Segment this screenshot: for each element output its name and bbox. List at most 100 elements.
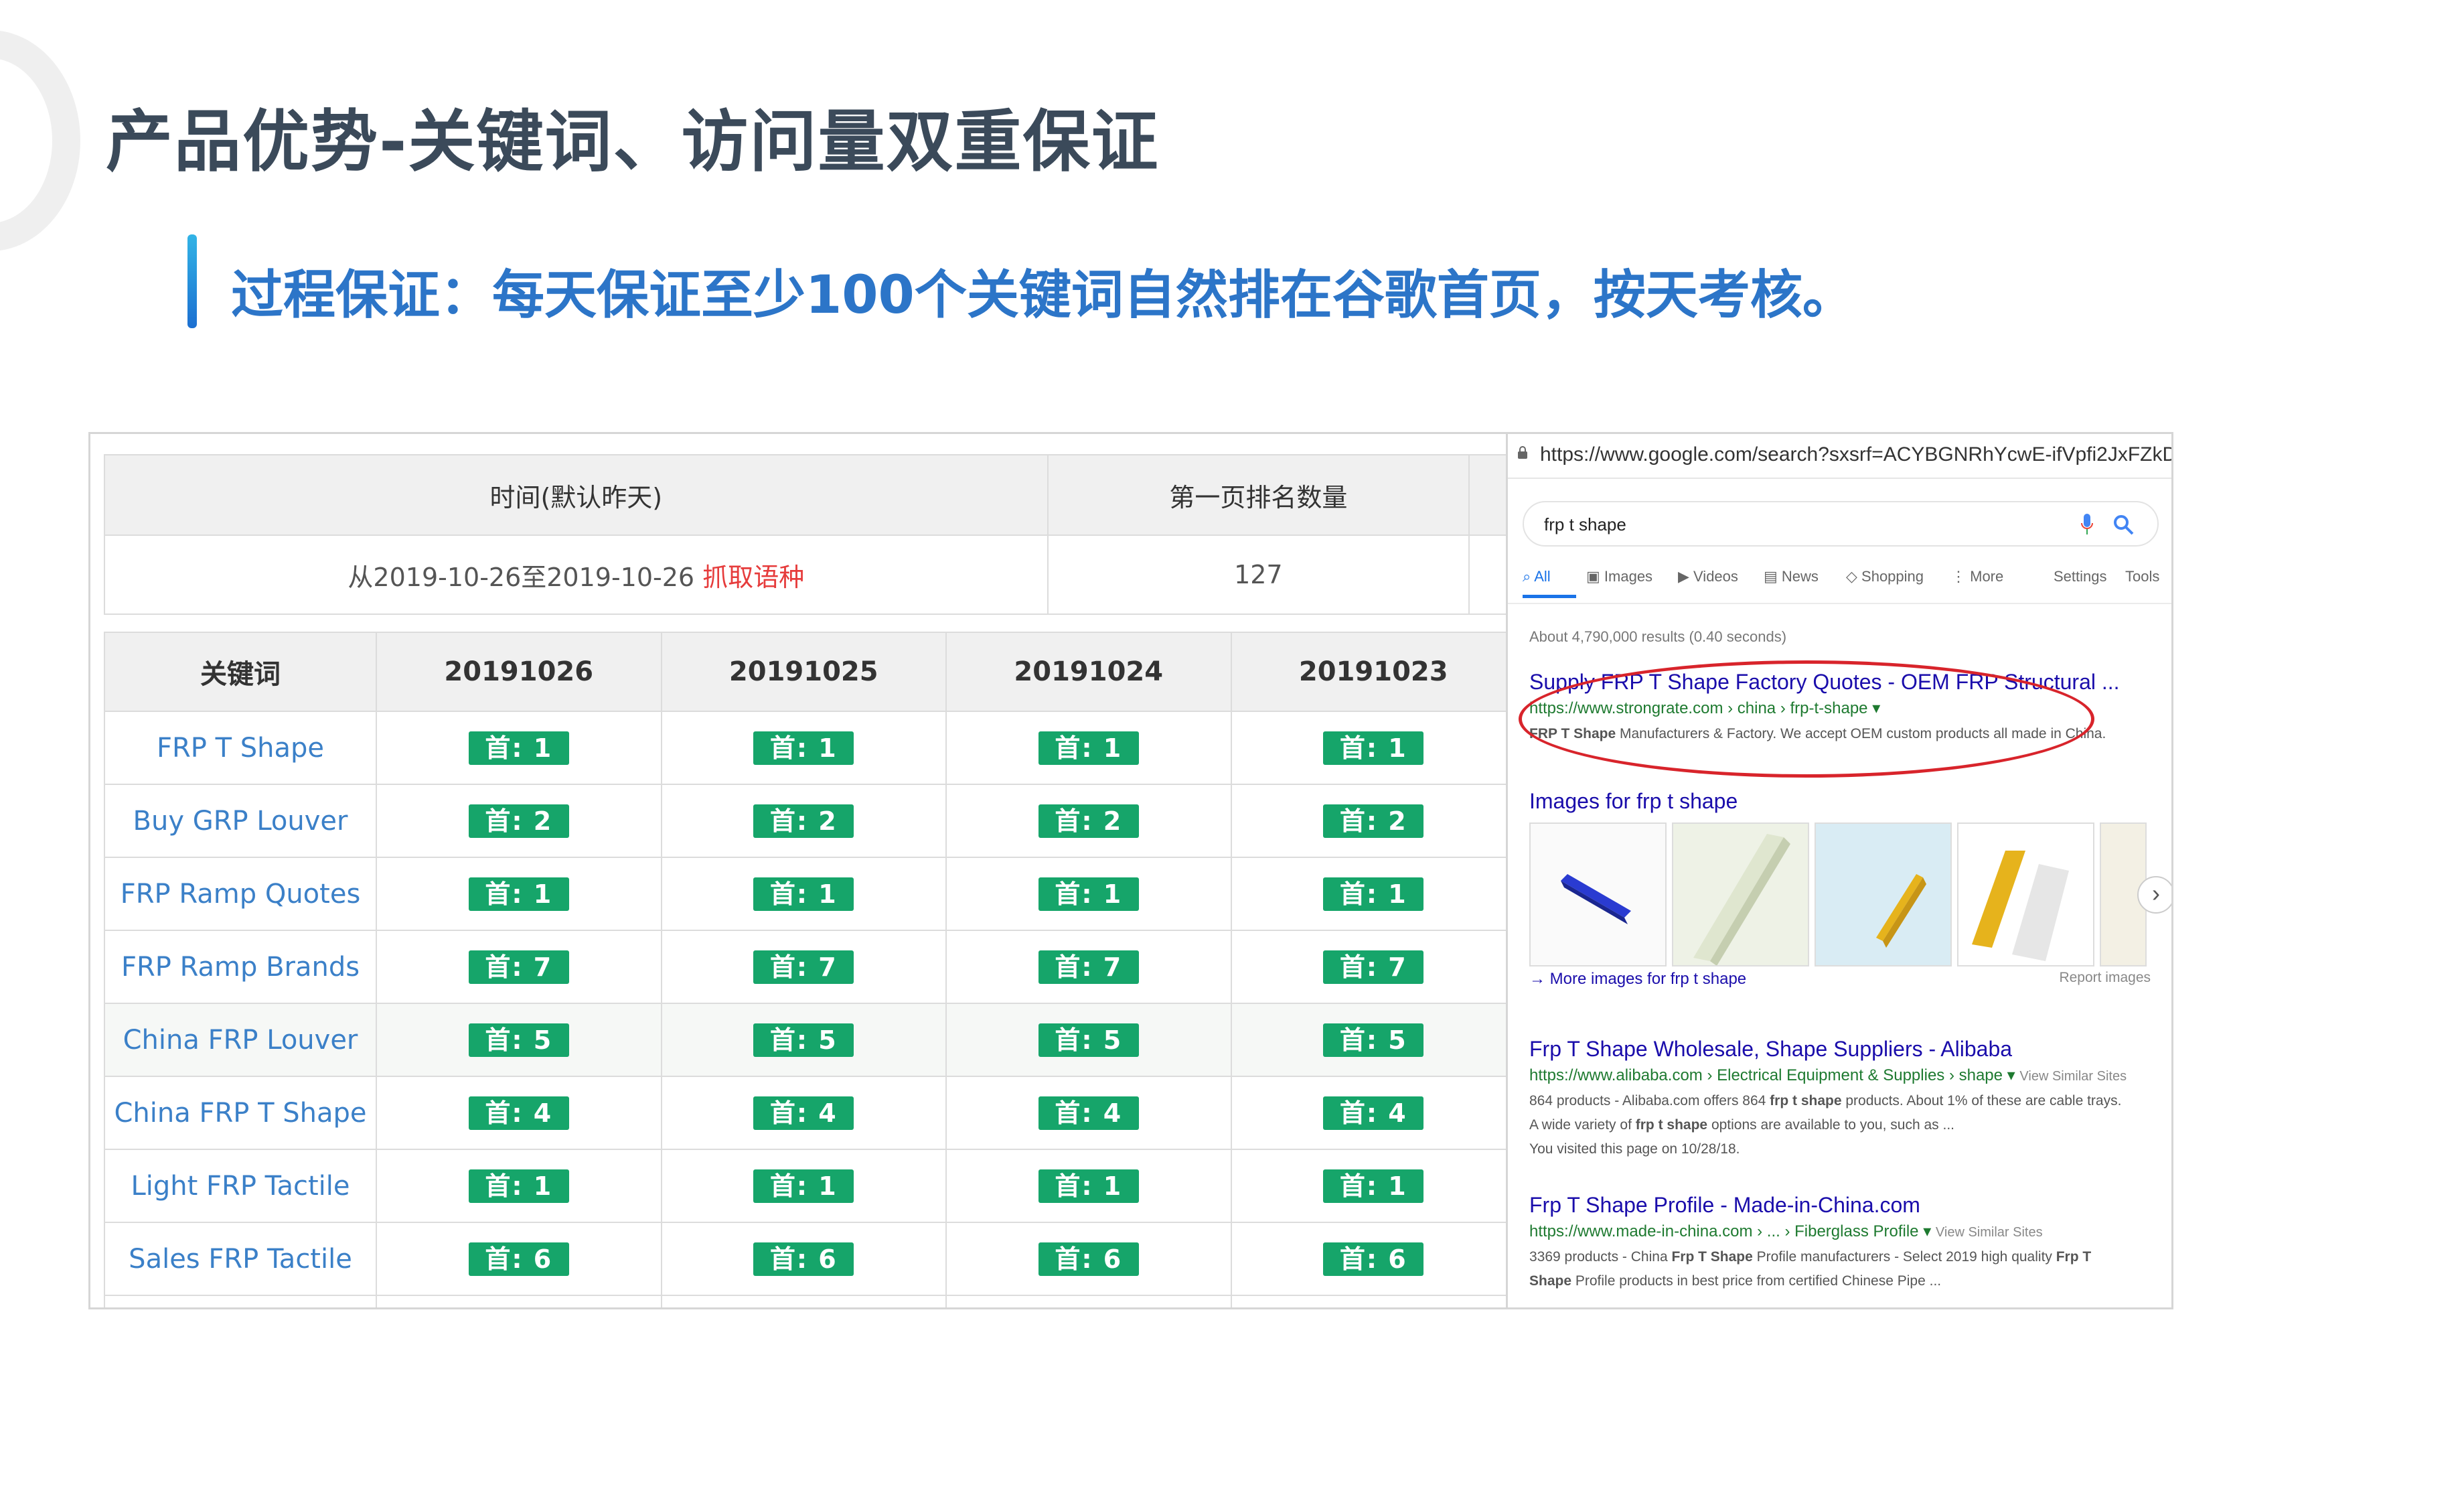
tab-shopping[interactable]: ◇ Shopping bbox=[1846, 568, 1924, 585]
view-similar-sites[interactable]: View Similar Sites bbox=[2019, 1069, 2127, 1084]
search-input[interactable]: frp t shape bbox=[1523, 501, 2159, 547]
tab-images[interactable]: ▣ Images bbox=[1586, 568, 1652, 585]
rank-cell: 首: 1 bbox=[945, 1149, 1232, 1223]
rank-badge: 首: 2 bbox=[1038, 804, 1139, 838]
image-thumbnail[interactable] bbox=[1672, 822, 1809, 966]
rank-badge: 首: 6 bbox=[1323, 1242, 1424, 1276]
snippet-text: Profile products in best price from cert… bbox=[1571, 1273, 1942, 1289]
rank-cell: 首: 2 bbox=[945, 784, 1232, 858]
rank-badge: 首: 4 bbox=[753, 1096, 854, 1130]
summary-table: 时间(默认昨天) 第一页排名数量 从2019-10-26至2019-10-26 … bbox=[104, 454, 1506, 615]
rank-badge: 首: 7 bbox=[753, 950, 854, 984]
keyword-cell[interactable]: China FRP T Shape bbox=[104, 1076, 377, 1150]
empty-cell bbox=[945, 1295, 1232, 1307]
active-tab-indicator bbox=[1523, 595, 1576, 598]
chevron-right-icon[interactable]: › bbox=[2137, 876, 2171, 914]
tab-all[interactable]: ⌕ All bbox=[1523, 568, 1551, 585]
tab-tools[interactable]: Tools bbox=[2125, 568, 2159, 585]
more-images-link[interactable]: → More images for frp t shape bbox=[1529, 970, 1746, 989]
snippet-bold: frp t shape bbox=[1635, 1117, 1708, 1133]
images-header[interactable]: Images for frp t shape bbox=[1529, 789, 1738, 814]
col-header-keyword: 关键词 bbox=[104, 632, 377, 712]
keyword-cell[interactable]: Light FRP Tactile bbox=[104, 1149, 377, 1223]
rank-badge: 首: 1 bbox=[1323, 731, 1424, 765]
tabs-divider bbox=[1508, 603, 2171, 604]
rank-badge: 首: 5 bbox=[753, 1023, 854, 1057]
rank-badge: 首: 2 bbox=[753, 804, 854, 838]
tab-videos[interactable]: ▶ Videos bbox=[1678, 568, 1738, 585]
summary-date-range: 从2019-10-26至2019-10-26 bbox=[348, 562, 695, 592]
rank-cell: 首: 1 bbox=[1230, 1149, 1506, 1223]
rank-cell: 首: 5 bbox=[376, 1003, 662, 1077]
table-row: FRP Ramp Quotes 首: 1 首: 1 首: 1 首: 1 bbox=[104, 857, 1506, 931]
rank-cell: 首: 7 bbox=[660, 930, 947, 1004]
keyword-cell[interactable]: Buy GRP Louver bbox=[104, 784, 377, 858]
tab-settings[interactable]: Settings bbox=[2054, 568, 2107, 585]
gold-profile-image bbox=[1972, 851, 2069, 961]
rank-cell: 首: 5 bbox=[660, 1003, 947, 1077]
tab-all-label: All bbox=[1534, 568, 1551, 585]
table-row: China FRP Louver 首: 5 首: 5 首: 5 首: 5 bbox=[104, 1003, 1506, 1077]
rank-badge: 首: 4 bbox=[468, 1096, 569, 1130]
search-icon[interactable] bbox=[2112, 513, 2135, 536]
snippet-text: 864 products - Alibaba.com offers 864 bbox=[1529, 1093, 1770, 1108]
report-images-link[interactable]: Report images bbox=[2059, 970, 2151, 986]
tab-news-label: News bbox=[1781, 568, 1819, 585]
rank-cell: 首: 1 bbox=[945, 857, 1232, 931]
result-stats: About 4,790,000 results (0.40 seconds) bbox=[1529, 628, 1787, 645]
white-profile-image bbox=[1693, 834, 1790, 965]
table-row: Buy GRP Louver 首: 2 首: 2 首: 2 首: 2 bbox=[104, 784, 1506, 858]
rank-cell: 首: 4 bbox=[660, 1076, 947, 1150]
rank-badge: 首: 6 bbox=[468, 1242, 569, 1276]
snippet-text: A wide variety of bbox=[1529, 1117, 1636, 1133]
tab-news[interactable]: ▤ News bbox=[1764, 568, 1819, 585]
rank-cell: 首: 6 bbox=[376, 1222, 662, 1296]
keyword-cell[interactable]: FRP Ramp Brands bbox=[104, 930, 377, 1004]
rank-cell: 首: 2 bbox=[376, 784, 662, 858]
rank-badge: 首: 7 bbox=[1038, 950, 1139, 984]
image-thumbnail[interactable] bbox=[1529, 822, 1667, 966]
table-row: Light FRP Tactile 首: 1 首: 1 首: 1 首: 1 bbox=[104, 1149, 1506, 1223]
address-bar[interactable]: https://www.google.com/search?sxsrf=ACYB… bbox=[1508, 434, 2173, 479]
rank-cell: 首: 1 bbox=[660, 1149, 947, 1223]
rank-tracker-panel: 时间(默认昨天) 第一页排名数量 从2019-10-26至2019-10-26 … bbox=[90, 434, 1506, 1307]
blue-profile-image bbox=[1561, 874, 1631, 924]
rank-cell: 首: 4 bbox=[1230, 1076, 1506, 1150]
table-row: FRP T Shape 首: 1 首: 1 首: 1 首: 1 bbox=[104, 711, 1506, 785]
rank-cell: 首: 2 bbox=[660, 784, 947, 858]
rank-cell: 首: 1 bbox=[1230, 857, 1506, 931]
rank-cell: 首: 7 bbox=[1230, 930, 1506, 1004]
col-header-date: 20191023 bbox=[1230, 632, 1506, 712]
col-header-date: 20191026 bbox=[376, 632, 662, 712]
fetch-language-link[interactable]: 抓取语种 bbox=[702, 563, 804, 592]
rank-badge: 首: 7 bbox=[468, 950, 569, 984]
rank-cell: 首: 1 bbox=[376, 857, 662, 931]
keyword-cell[interactable]: FRP Ramp Quotes bbox=[104, 857, 377, 931]
rank-badge: 首: 6 bbox=[753, 1242, 854, 1276]
table-row: China FRP T Shape 首: 4 首: 4 首: 4 首: 4 bbox=[104, 1076, 1506, 1150]
result-url-text: https://www.alibaba.com › Electrical Equ… bbox=[1529, 1066, 2003, 1084]
keyword-cell[interactable]: China FRP Louver bbox=[104, 1003, 377, 1077]
keyword-cell[interactable]: Sales FRP Tactile bbox=[104, 1222, 377, 1296]
result-title[interactable]: Frp T Shape Profile - Made-in-China.com bbox=[1529, 1193, 2091, 1218]
rank-badge: 首: 7 bbox=[1323, 950, 1424, 984]
tab-shopping-label: Shopping bbox=[1861, 568, 1924, 585]
rank-cell: 首: 5 bbox=[1230, 1003, 1506, 1077]
rank-badge: 首: 5 bbox=[1323, 1023, 1424, 1057]
view-similar-sites[interactable]: View Similar Sites bbox=[1936, 1225, 2043, 1240]
rank-badge: 首: 1 bbox=[468, 877, 569, 911]
image-thumbnail[interactable] bbox=[1815, 822, 1952, 966]
result-url: https://www.made-in-china.com › ... › Fi… bbox=[1529, 1222, 2043, 1240]
rank-cell: 首: 1 bbox=[660, 857, 947, 931]
keyword-cell[interactable]: FRP T Shape bbox=[104, 711, 377, 785]
result-title[interactable]: Frp T Shape Wholesale, Shape Suppliers -… bbox=[1529, 1037, 2127, 1062]
rank-badge: 首: 4 bbox=[1323, 1096, 1424, 1130]
address-url: https://www.google.com/search?sxsrf=ACYB… bbox=[1540, 443, 2173, 465]
rank-cell: 首: 5 bbox=[945, 1003, 1232, 1077]
microphone-icon[interactable] bbox=[2081, 513, 2093, 536]
rank-badge: 首: 5 bbox=[1038, 1023, 1139, 1057]
tab-more[interactable]: ⋮ More bbox=[1951, 568, 2003, 585]
result-snippet: 864 products - Alibaba.com offers 864 fr… bbox=[1529, 1089, 2127, 1161]
rank-badge: 首: 1 bbox=[1323, 1169, 1424, 1203]
image-thumbnail[interactable] bbox=[1957, 822, 2094, 966]
